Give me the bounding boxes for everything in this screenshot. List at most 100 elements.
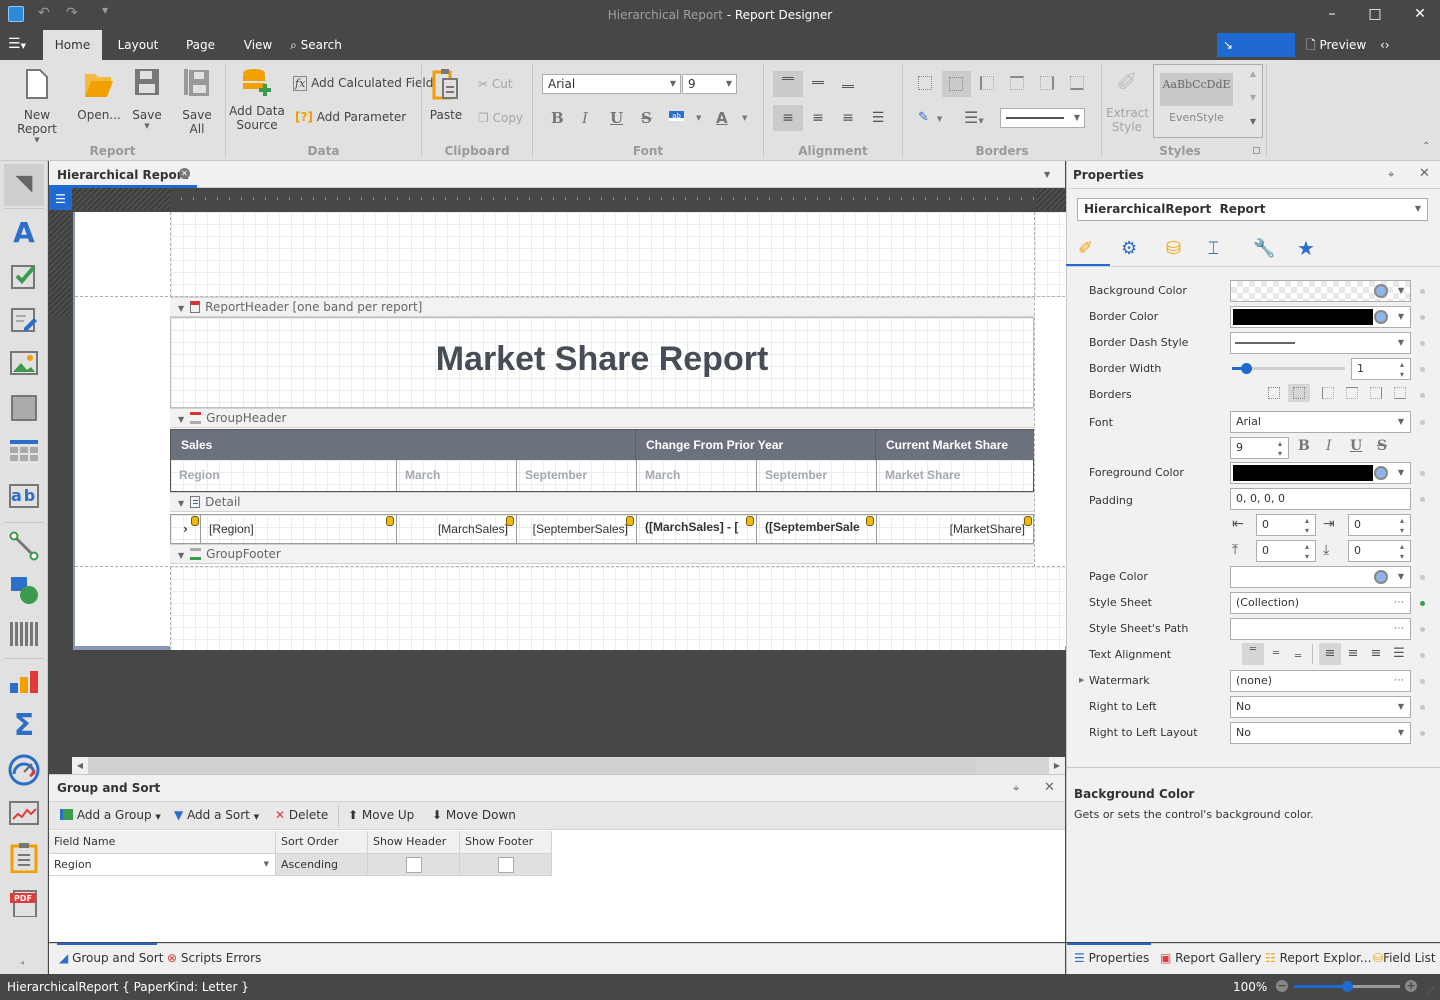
field-name-cell[interactable]: Region ▼ [49, 854, 276, 876]
save-all-button[interactable]: Save All [174, 68, 220, 136]
collapse-band-icon[interactable]: ▼ [178, 304, 184, 313]
add-group-button[interactable]: Add a Group ▼ [60, 808, 161, 822]
spin-icon[interactable]: ▴ ▾ [1278, 439, 1282, 459]
border-dash-style-field[interactable]: ▼ [1230, 332, 1411, 354]
chevron-down-icon[interactable]: ▼ [1398, 412, 1404, 432]
table-tool[interactable] [4, 432, 44, 472]
tab-properties[interactable]: ☰ Properties [1074, 951, 1149, 965]
resize-grip-icon[interactable]: ⋰ [1426, 986, 1434, 995]
gauge-tool[interactable] [4, 750, 44, 790]
group-header-band-caption[interactable]: ▼ GroupHeader [170, 408, 1034, 428]
tab-page[interactable]: Page [178, 30, 223, 60]
chevron-down-icon[interactable]: ▼ [1398, 463, 1404, 483]
styles-dialog-launcher-icon[interactable] [1253, 147, 1260, 154]
padding-left-spinner[interactable]: 0 ▴ ▾ [1256, 514, 1316, 536]
maximize-button[interactable]: □ [1360, 6, 1390, 22]
column-header-show-header[interactable]: Show Header [368, 831, 460, 854]
underline-button[interactable]: U [610, 109, 623, 127]
right-to-left-field[interactable]: No ▼ [1230, 696, 1411, 718]
tab-group-and-sort[interactable]: ◢ Group and Sort [59, 951, 163, 965]
tab-report-gallery[interactable]: ▣ Report Gallery [1160, 951, 1262, 965]
pin-properties-icon[interactable]: ⌖ [1388, 168, 1394, 182]
tab-layout[interactable]: Layout [110, 30, 166, 60]
add-data-source-button[interactable]: Add Data Source [228, 68, 286, 132]
collapse-band-icon[interactable]: ▼ [178, 499, 184, 508]
border-top-icon[interactable] [1010, 76, 1024, 90]
tab-report-explorer[interactable]: ☷ Report Explor... [1265, 951, 1371, 965]
subheader-cell[interactable]: September [757, 460, 877, 491]
report-header-band-caption[interactable]: ▼ ReportHeader [one band per report] [170, 297, 1034, 317]
watermark-field[interactable]: (none) ⋯ [1230, 670, 1411, 692]
padding-bottom-spinner[interactable]: 0 ▴ ▾ [1348, 540, 1411, 562]
column-header-sort-order[interactable]: Sort Order [276, 831, 368, 854]
padding-top-spinner[interactable]: 0 ▴ ▾ [1256, 540, 1316, 562]
subheader-cell[interactable]: Region [171, 460, 397, 491]
favorites-tab-icon[interactable]: ★ [1297, 236, 1315, 260]
subheader-cell[interactable]: Market Share [877, 460, 1033, 491]
padding-right-spinner[interactable]: 0 ▴ ▾ [1348, 514, 1411, 536]
strikeout-button[interactable]: S [641, 109, 652, 127]
detail-band-caption[interactable]: ▼ Detail [170, 492, 1034, 512]
tabs-dropdown-icon[interactable]: ▼ [1044, 170, 1050, 179]
expand-watermark-icon[interactable]: ▶ [1079, 676, 1084, 684]
italic-button[interactable]: I [582, 109, 588, 127]
layout-tab-icon[interactable]: ⌶ [1208, 238, 1219, 259]
prop-underline-button[interactable]: U [1350, 438, 1362, 454]
tab-view[interactable]: View [236, 30, 280, 60]
group-header-table[interactable]: Sales Change From Prior Year Current Mar… [170, 429, 1034, 492]
chevron-down-icon[interactable]: ▼ [1398, 723, 1404, 743]
open-button[interactable]: Open... [76, 68, 122, 122]
gallery-down-icon[interactable]: ▼ [1250, 93, 1256, 102]
column-header-field-name[interactable]: Field Name [49, 831, 276, 854]
zoom-out-icon[interactable]: − [1276, 980, 1288, 992]
close-window-button[interactable]: ✕ [1405, 6, 1435, 22]
bold-button[interactable]: B [551, 109, 564, 127]
chevron-down-icon[interactable]: ▼ [1398, 333, 1404, 353]
add-calculated-field-button[interactable]: fx Add Calculated Field [293, 76, 433, 91]
behavior-tab-icon[interactable]: ⚙ [1121, 238, 1137, 259]
tools-tab-icon[interactable]: 🔧 [1253, 238, 1275, 259]
border-width-slider[interactable] [1232, 363, 1345, 374]
color-picker-icon[interactable] [1374, 284, 1388, 298]
text-align-left-button[interactable]: ≡ [1319, 643, 1341, 665]
tab-search[interactable]: ⌕ Search [288, 30, 344, 60]
save-button[interactable]: Save ▼ [130, 68, 164, 130]
spin-icon[interactable]: ▴ ▾ [1305, 516, 1309, 536]
barcode-tool[interactable] [4, 614, 44, 654]
align-right-button[interactable]: ≡ [833, 105, 863, 131]
text-align-middle-button[interactable]: ═ [1266, 643, 1286, 665]
sparkline-tool[interactable] [4, 794, 44, 834]
file-menu-button[interactable]: ☰▼ [8, 36, 32, 54]
pointer-tool[interactable]: ◥ [4, 164, 44, 206]
borders-all-button[interactable] [1288, 384, 1310, 402]
highlight-color-button[interactable]: ab [669, 111, 684, 121]
tab-scripts-errors[interactable]: ⊗ Scripts Errors [167, 951, 261, 965]
font-size-spinner[interactable]: 9 ▴ ▾ [1230, 437, 1289, 459]
chevron-down-icon[interactable]: ▼ [1398, 697, 1404, 717]
spin-icon[interactable]: ▴ ▾ [1400, 516, 1404, 536]
detail-cell-september-sales[interactable]: [SeptemberSales] [517, 515, 637, 543]
new-report-button[interactable]: New Report ▼ [6, 68, 68, 144]
header-cell-change[interactable]: Change From Prior Year [636, 430, 876, 460]
group-footer-band-caption[interactable]: ▼ GroupFooter [170, 544, 1034, 564]
spin-icon[interactable]: ▴ ▾ [1400, 542, 1404, 562]
chevron-down-icon[interactable]: ▼ [1398, 307, 1404, 327]
data-tab-icon[interactable]: ⛁ [1166, 238, 1181, 259]
border-none-icon[interactable] [918, 76, 932, 90]
move-up-button[interactable]: ⬆ Move Up [348, 808, 414, 822]
copy-button[interactable]: ❐ Copy [478, 111, 523, 125]
tab-field-list[interactable]: ⛁Field List [1373, 951, 1436, 965]
style-gallery[interactable]: AaBbCcDdE EvenStyle ▲ ▼ ▼ [1153, 64, 1263, 138]
character-comb-tool[interactable]: ab [4, 476, 44, 516]
checkbox-tool[interactable] [4, 256, 44, 296]
gallery-up-icon[interactable]: ▲ [1250, 69, 1256, 78]
detail-cell-region[interactable]: [Region] [201, 515, 397, 543]
background-color-field[interactable]: ▼ [1230, 280, 1411, 302]
designer-mode-button[interactable]: ↘ Designer [1217, 33, 1295, 76]
object-selector[interactable]: HierarchicalReport Report ▼ [1077, 198, 1428, 221]
rich-text-tool[interactable] [4, 300, 44, 340]
prop-bold-button[interactable]: B [1298, 438, 1310, 454]
close-panel-icon[interactable]: ✕ [1044, 780, 1055, 795]
detail-cell-march-sales[interactable]: [MarchSales] [397, 515, 517, 543]
chevron-down-icon[interactable]: ▼ [264, 860, 269, 868]
